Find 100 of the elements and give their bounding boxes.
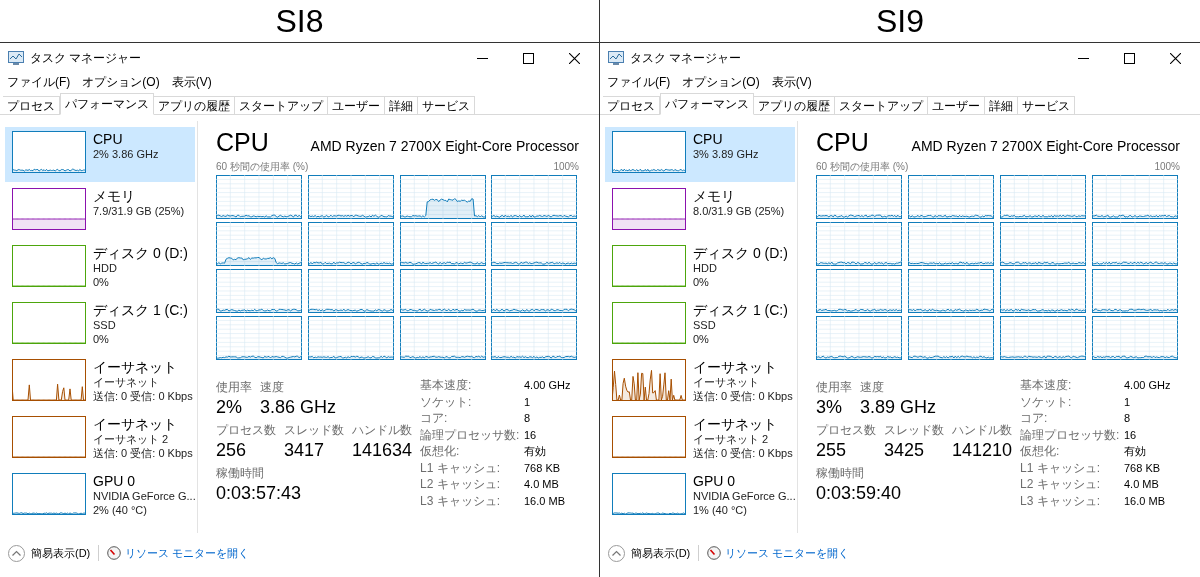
item-detail: NVIDIA GeForce G... xyxy=(93,489,196,503)
item-detail: 0% xyxy=(93,275,110,289)
menu-item[interactable]: ファイル(F) xyxy=(7,73,71,91)
chevron-up-icon xyxy=(8,544,25,562)
detail-label: L1 キャッシュ: xyxy=(420,459,501,476)
stat-label: 使用率 xyxy=(816,380,852,395)
item-title: イーサネット xyxy=(93,416,178,432)
stat-label: スレッド数 xyxy=(884,423,944,438)
detail-label: 基本速度: xyxy=(420,377,473,394)
detail-label: ソケット: xyxy=(1020,393,1073,410)
tab[interactable]: スタートアップ xyxy=(835,96,928,115)
tab[interactable]: ユーザー xyxy=(928,96,985,115)
tab[interactable]: プロセス xyxy=(603,96,660,115)
app-icon xyxy=(8,51,24,65)
detail-label: L3 キャッシュ: xyxy=(1020,492,1101,509)
item-detail: 2% (40 °C) xyxy=(93,503,148,517)
detail-label: L2 キャッシュ: xyxy=(420,476,501,493)
graph-caption: 60 秒間の使用率 (%) xyxy=(216,159,309,174)
item-title: GPU 0 xyxy=(93,473,136,489)
menu-item[interactable]: オプション(O) xyxy=(82,73,160,91)
stat-label: プロセス数 xyxy=(816,423,876,438)
detail-label: 論理プロセッサ数: xyxy=(1020,426,1121,443)
item-title: イーサネット xyxy=(693,359,778,375)
stat-value: 141634 xyxy=(352,439,413,462)
detail-label: 仮想化: xyxy=(420,443,461,460)
item-detail: NVIDIA GeForce G... xyxy=(693,489,796,503)
tab[interactable]: サービス xyxy=(418,96,475,115)
detail-value: 16 xyxy=(524,427,538,443)
tab[interactable]: アプリの履歴 xyxy=(154,96,235,115)
tab[interactable]: 詳細 xyxy=(385,96,418,115)
item-detail: イーサネット 2 xyxy=(693,432,770,446)
cpu-title: CPU xyxy=(216,130,269,155)
stat-value: 0:03:57:43 xyxy=(216,482,302,505)
sidebar-item[interactable]: CPU 2% 3.86 GHz xyxy=(5,127,195,182)
item-detail: SSD xyxy=(93,318,117,332)
item-detail: 3% 3.89 GHz xyxy=(693,147,759,161)
item-detail: 0% xyxy=(93,332,110,346)
item-detail: イーサネット 2 xyxy=(93,432,170,446)
collapse-button[interactable]: 簡易表示(D) xyxy=(608,544,691,562)
collapse-button[interactable]: 簡易表示(D) xyxy=(8,544,91,562)
detail-label: 論理プロセッサ数: xyxy=(420,426,521,443)
item-title: CPU xyxy=(93,131,124,147)
detail-value: 16.0 MB xyxy=(524,493,566,509)
item-title: ディスク 1 (C:) xyxy=(93,302,188,318)
stat-value: 2% xyxy=(216,396,243,419)
item-title: ディスク 1 (C:) xyxy=(693,302,788,318)
detail-label: 基本速度: xyxy=(1020,377,1073,394)
tab[interactable]: サービス xyxy=(1018,96,1075,115)
detail-value: 4.0 MB xyxy=(524,477,560,492)
detail-label: コア: xyxy=(420,410,449,427)
tab[interactable]: パフォーマンス xyxy=(60,93,154,115)
stat-value: 256 xyxy=(216,439,248,462)
item-detail: 送信: 0 受信: 0 Kbps xyxy=(693,446,793,460)
item-detail: 送信: 0 受信: 0 Kbps xyxy=(693,389,793,403)
item-detail: イーサネット xyxy=(93,375,160,389)
item-title: メモリ xyxy=(93,188,136,204)
item-title: イーサネット xyxy=(693,416,778,432)
stat-label: スレッド数 xyxy=(284,423,344,438)
stat-value: 141210 xyxy=(952,439,1013,462)
maximize-icon xyxy=(522,52,534,64)
detail-value: 768 KB xyxy=(1124,460,1162,476)
minimize-icon xyxy=(476,57,488,59)
tab[interactable]: ユーザー xyxy=(328,96,385,115)
item-title: ディスク 0 (D:) xyxy=(93,245,188,261)
maximize-icon xyxy=(1123,52,1135,64)
stat-value: 3425 xyxy=(884,439,926,462)
menu-item[interactable]: オプション(O) xyxy=(682,73,760,91)
tab[interactable]: 詳細 xyxy=(985,96,1018,115)
stat-label: 速度 xyxy=(260,380,285,395)
detail-label: 仮想化: xyxy=(1020,443,1061,460)
menu-item[interactable]: 表示(V) xyxy=(171,73,212,91)
menu-item[interactable]: 表示(V) xyxy=(771,73,812,91)
close-icon xyxy=(568,52,580,64)
tab[interactable]: プロセス xyxy=(3,96,60,115)
stat-value: 3% xyxy=(816,396,843,419)
gauge-icon xyxy=(707,546,722,560)
tab[interactable]: スタートアップ xyxy=(235,96,328,115)
stat-label: ハンドル数 xyxy=(952,423,1013,438)
minimize-icon xyxy=(1077,57,1089,59)
resource-monitor-link[interactable]: リソース モニターを開く xyxy=(707,544,850,562)
detail-label: コア: xyxy=(1020,410,1049,427)
resource-monitor-link[interactable]: リソース モニターを開く xyxy=(107,544,250,562)
item-detail: イーサネット xyxy=(693,375,760,389)
stat-value: 0:03:59:40 xyxy=(816,482,902,505)
heading: SI8 xyxy=(275,5,324,37)
item-title: メモリ xyxy=(693,188,736,204)
menu-item[interactable]: ファイル(F) xyxy=(607,73,671,91)
processor-name: AMD Ryzen 7 2700X Eight-Core Processor xyxy=(310,139,579,155)
tab[interactable]: アプリの履歴 xyxy=(754,96,835,115)
item-detail: 送信: 0 受信: 0 Kbps xyxy=(93,446,193,460)
detail-value: 8 xyxy=(1124,411,1132,426)
detail-label: L3 キャッシュ: xyxy=(420,492,501,509)
item-detail: HDD xyxy=(93,261,118,275)
item-title: CPU xyxy=(693,131,724,147)
sidebar-item[interactable]: CPU 3% 3.89 GHz xyxy=(605,127,795,182)
detail-value: 1 xyxy=(1124,394,1132,410)
tab[interactable]: パフォーマンス xyxy=(660,93,754,115)
item-detail: HDD xyxy=(693,261,718,275)
item-title: GPU 0 xyxy=(693,473,736,489)
stat-label: 稼働時間 xyxy=(816,466,865,481)
